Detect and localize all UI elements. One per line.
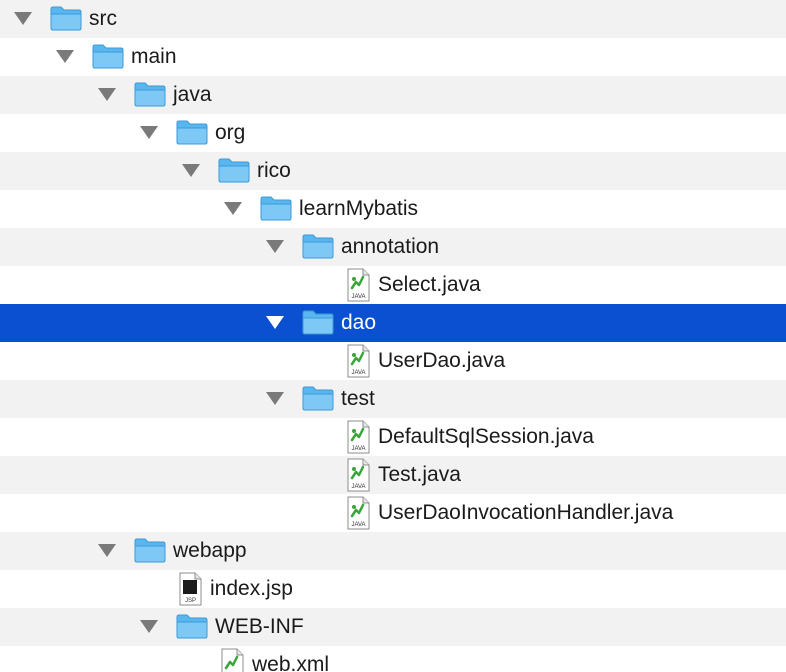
java-file-icon: JAVA (346, 344, 370, 378)
tree-row-test[interactable]: test (0, 380, 786, 418)
folder-icon (92, 43, 124, 69)
tree-item-label: Select.java (378, 273, 481, 296)
disclosure-triangle-icon[interactable] (98, 544, 116, 557)
file-tree: src main java org rico learnMybatis annotation… (0, 0, 786, 672)
disclosure-triangle-icon[interactable] (266, 316, 284, 329)
disclosure-triangle-icon[interactable] (56, 50, 74, 63)
folder-icon (302, 309, 334, 335)
tree-item-label: WEB-INF (215, 615, 304, 638)
tree-row-index-jsp[interactable]: JSP index.jsp (0, 570, 786, 608)
folder-icon (302, 233, 334, 259)
tree-item-label: DefaultSqlSession.java (378, 425, 594, 448)
disclosure-triangle-icon[interactable] (266, 240, 284, 253)
disclosure-triangle-icon[interactable] (140, 126, 158, 139)
tree-row-test-java[interactable]: JAVA Test.java (0, 456, 786, 494)
file-badge: JAVA (351, 370, 365, 376)
folder-icon (176, 613, 208, 639)
tree-row-rico[interactable]: rico (0, 152, 786, 190)
folder-icon (260, 195, 292, 221)
tree-item-label: org (215, 121, 246, 144)
tree-item-label: annotation (341, 235, 440, 258)
disclosure-triangle-icon[interactable] (140, 620, 158, 633)
tree-item-label: main (131, 45, 177, 68)
file-badge: JAVA (351, 484, 365, 490)
tree-row-userdao-java[interactable]: JAVA UserDao.java (0, 342, 786, 380)
tree-row-annotation[interactable]: annotation (0, 228, 786, 266)
tree-row-webapp[interactable]: webapp (0, 532, 786, 570)
tree-row-main[interactable]: main (0, 38, 786, 76)
folder-icon (134, 81, 166, 107)
folder-icon (134, 537, 166, 563)
tree-item-label: dao (341, 311, 377, 334)
tree-row-org[interactable]: org (0, 114, 786, 152)
tree-row-src[interactable]: src (0, 0, 786, 38)
tree-row-java[interactable]: java (0, 76, 786, 114)
disclosure-triangle-icon[interactable] (98, 88, 116, 101)
jsp-file-icon: JSP (178, 572, 202, 606)
tree-item-label: web.xml (252, 653, 330, 672)
tree-row-userdaoinvocationhandler-java[interactable]: JAVA UserDaoInvocationHandler.java (0, 494, 786, 532)
disclosure-triangle-icon[interactable] (266, 392, 284, 405)
tree-item-label: learnMybatis (299, 197, 419, 220)
disclosure-triangle-icon[interactable] (224, 202, 242, 215)
tree-item-label: java (173, 83, 212, 106)
file-badge: JAVA (351, 522, 365, 528)
folder-icon (50, 5, 82, 31)
xml-file-icon (220, 648, 244, 672)
tree-row-web-xml[interactable]: web.xml (0, 646, 786, 672)
file-badge: JAVA (351, 446, 365, 452)
folder-icon (302, 385, 334, 411)
tree-item-label: UserDaoInvocationHandler.java (378, 501, 674, 524)
java-file-icon: JAVA (346, 458, 370, 492)
folder-icon (218, 157, 250, 183)
tree-item-label: src (89, 7, 117, 30)
tree-item-label: index.jsp (210, 577, 293, 600)
file-badge: JSP (185, 598, 196, 604)
folder-icon (176, 119, 208, 145)
tree-item-label: Test.java (378, 463, 461, 486)
tree-item-label: rico (257, 159, 291, 182)
tree-row-defaultsqlsession-java[interactable]: JAVA DefaultSqlSession.java (0, 418, 786, 456)
tree-item-label: webapp (173, 539, 247, 562)
tree-row-dao[interactable]: dao (0, 304, 786, 342)
disclosure-triangle-icon[interactable] (182, 164, 200, 177)
java-file-icon: JAVA (346, 496, 370, 530)
tree-row-select-java[interactable]: JAVA Select.java (0, 266, 786, 304)
tree-row-learnmybatis[interactable]: learnMybatis (0, 190, 786, 228)
java-file-icon: JAVA (346, 268, 370, 302)
java-file-icon: JAVA (346, 420, 370, 454)
tree-item-label: test (341, 387, 375, 410)
tree-item-label: UserDao.java (378, 349, 506, 372)
file-badge: JAVA (351, 294, 365, 300)
disclosure-triangle-icon[interactable] (14, 12, 32, 25)
tree-row-web-inf[interactable]: WEB-INF (0, 608, 786, 646)
